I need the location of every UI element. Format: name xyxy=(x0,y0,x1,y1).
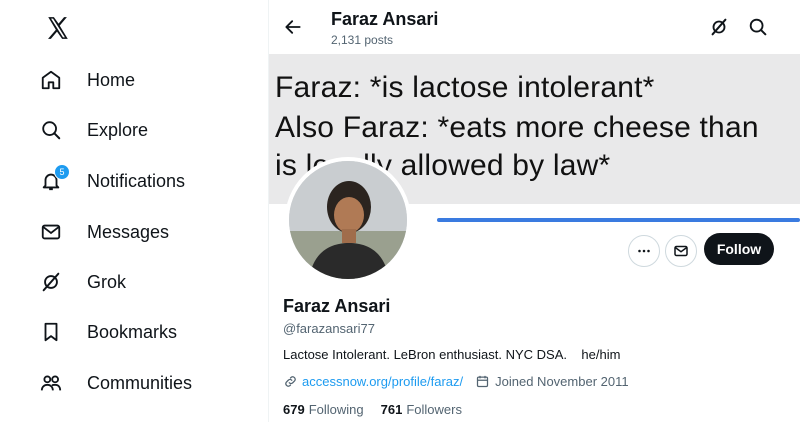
sidebar-item-bookmarks[interactable]: Bookmarks xyxy=(40,312,177,352)
sidebar-item-label: Communities xyxy=(87,372,193,393)
avatar[interactable] xyxy=(285,157,411,283)
more-icon xyxy=(638,249,650,253)
following-link[interactable]: 679 Following xyxy=(283,402,364,417)
profile-handle: @farazansari77 xyxy=(283,321,375,336)
profile-link[interactable]: accessnow.org/profile/faraz/ xyxy=(302,374,463,389)
profile-name: Faraz Ansari xyxy=(283,296,391,316)
followers-count: 761 xyxy=(380,402,403,417)
header-profile-name: Faraz Ansari xyxy=(331,9,439,29)
calendar-icon xyxy=(477,375,489,388)
sidebar-item-label: Bookmarks xyxy=(87,321,178,342)
following-label: Following xyxy=(308,402,364,417)
home-icon xyxy=(40,65,74,95)
follow-button[interactable]: Follow xyxy=(704,233,774,265)
profile-meta: accessnow.org/profile/faraz/ Joined Nove… xyxy=(283,374,629,389)
sidebar-item-communities[interactable]: Communities xyxy=(40,363,192,403)
people-icon xyxy=(40,368,74,398)
sidebar-item-grok[interactable]: Grok xyxy=(40,262,126,302)
envelope-icon xyxy=(674,245,688,257)
grok-icon[interactable] xyxy=(708,16,730,38)
sidebar-item-notifications[interactable]: 5 Notifications xyxy=(40,161,185,201)
bookmark-icon xyxy=(40,317,74,347)
sidebar-item-label: Notifications xyxy=(87,170,186,191)
sidebar-item-explore[interactable]: Explore xyxy=(40,110,148,150)
joined-date: Joined November 2011 xyxy=(495,374,629,389)
profile-header-bar: Faraz Ansari 2,131 posts xyxy=(269,0,800,54)
search-icon[interactable] xyxy=(747,16,769,38)
banner-text-line: Also Faraz: *eats more cheese than xyxy=(275,111,759,144)
more-options-button[interactable] xyxy=(628,235,660,267)
sidebar-item-label: Explore xyxy=(87,119,149,140)
followers-link[interactable]: 761 Followers xyxy=(381,402,462,417)
sidebar-item-label: Grok xyxy=(87,271,127,292)
link-icon xyxy=(285,376,296,387)
sidebar-item-messages[interactable]: Messages xyxy=(40,212,169,252)
profile-bio: Lactose Intolerant. LeBron enthusiast. N… xyxy=(283,347,621,362)
notification-badge: 5 xyxy=(54,164,70,180)
sidebar-item-label: Home xyxy=(87,69,136,90)
profile-main: Faraz: *is lactose intolerant* Also Fara… xyxy=(269,0,800,422)
grok-icon xyxy=(40,267,74,297)
sidebar-item-label: Messages xyxy=(87,221,170,242)
follow-counts: 679 Following 761 Followers xyxy=(283,402,462,417)
header-post-count: 2,131 posts xyxy=(331,33,394,47)
envelope-icon xyxy=(40,217,74,247)
bell-icon: 5 xyxy=(40,164,74,196)
x-logo-icon[interactable] xyxy=(45,15,71,41)
back-button[interactable] xyxy=(279,13,307,41)
arrow-left-icon xyxy=(285,20,301,34)
search-icon xyxy=(40,115,74,145)
message-button[interactable] xyxy=(665,235,697,267)
following-count: 679 xyxy=(283,402,305,417)
banner-accent-stripe xyxy=(437,218,800,222)
sidebar: Home Explore 5 Notifications Messages Gr… xyxy=(0,0,268,422)
followers-label: Followers xyxy=(406,402,462,417)
sidebar-item-home[interactable]: Home xyxy=(40,60,135,100)
banner-text-line: Faraz: *is lactose intolerant* xyxy=(275,71,655,104)
